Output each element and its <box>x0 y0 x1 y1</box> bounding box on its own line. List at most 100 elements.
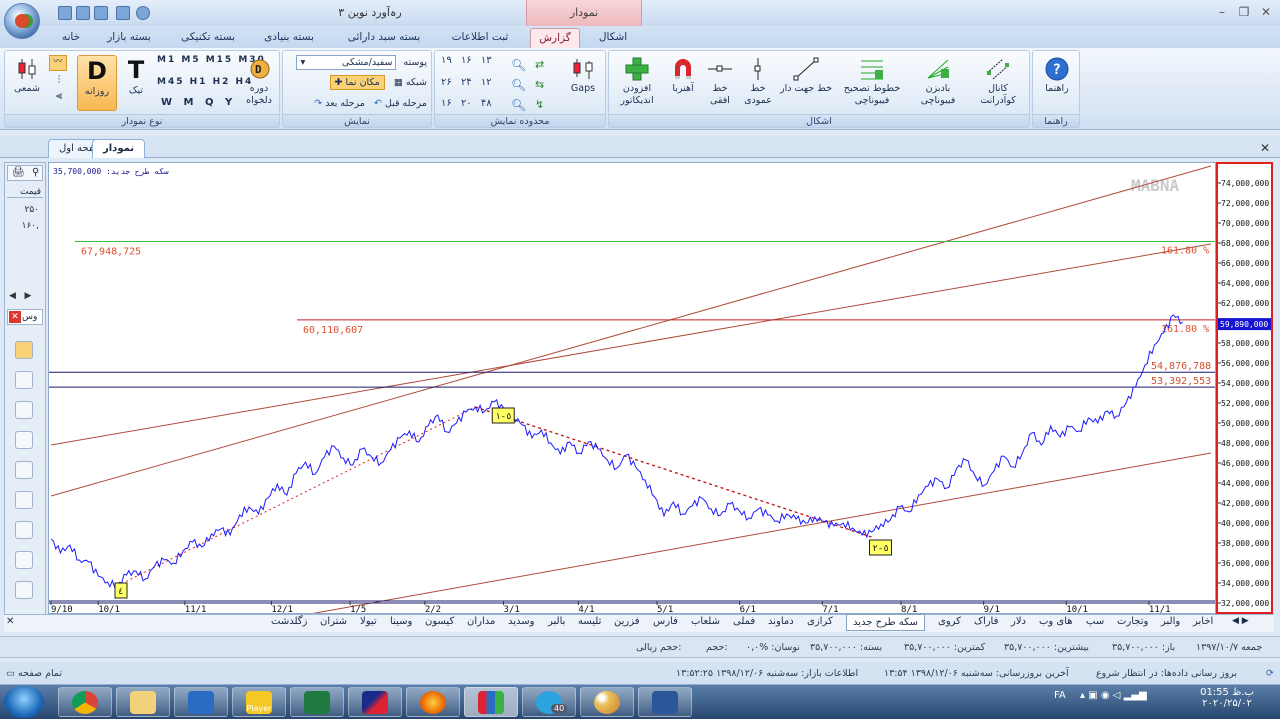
taskbar-excel[interactable] <box>290 687 344 717</box>
range-12[interactable]: ۱۲ <box>481 77 492 88</box>
sheet-close-icon[interactable]: ✕ <box>6 616 14 627</box>
scroll-left-icon[interactable]: ⇄ <box>535 55 544 75</box>
tool-flower-icon[interactable] <box>15 461 33 479</box>
help-button[interactable]: ? راهنما <box>1037 57 1077 95</box>
refresh-icon[interactable]: ⟳ <box>1266 668 1274 679</box>
tf-month[interactable]: M <box>184 97 194 108</box>
tool-home-icon[interactable] <box>15 341 33 359</box>
zoom-in-icon[interactable]: 🔍︎ <box>511 55 526 75</box>
sheet-tab-6[interactable]: فاراک <box>974 616 998 627</box>
range-20[interactable]: ۲۰ <box>461 98 472 109</box>
sheet-tab-3[interactable]: سپ <box>1086 616 1104 627</box>
fib-fan-button[interactable]: بادبزن فیبوناچی <box>911 57 965 107</box>
sheet-tab-0[interactable]: اخابر <box>1193 616 1213 627</box>
trend-line-button[interactable]: خط جهت دار <box>777 57 835 95</box>
fullscreen-button[interactable]: ▭ تمام صفحه <box>6 668 62 679</box>
price-axis[interactable]: 74,000,000 72,000,000 70,000,000 68,000,000… <box>1216 162 1273 614</box>
tick-button[interactable]: T تیک <box>121 55 151 97</box>
minimize-icon[interactable]: – <box>1212 3 1232 21</box>
sheet-tab-17[interactable]: وسدید <box>508 616 535 627</box>
taskbar-chrome[interactable] <box>58 687 112 717</box>
taskbar-office[interactable] <box>464 687 518 717</box>
taskbar-paint[interactable] <box>580 687 634 717</box>
range-24[interactable]: ۲۴ <box>461 77 472 88</box>
fit-icon[interactable]: ↯ <box>535 95 544 115</box>
chart-style-buttons[interactable]: 〰 ⫶ ⫷ <box>49 55 69 102</box>
print-preview-icon[interactable] <box>94 6 108 20</box>
tray-up-arrow-icon[interactable]: ▴ <box>1080 690 1085 701</box>
range-row-2[interactable]: ۲۶ ۲۴ ۱۲ <box>441 77 492 88</box>
scroll-right-arrow-icon[interactable]: ▶ <box>25 291 32 301</box>
tool-connect-icon[interactable] <box>15 491 33 509</box>
sheet-tab-22[interactable]: شتران <box>320 616 347 627</box>
doc-tab-chart[interactable]: نمودار <box>92 139 146 158</box>
custom-period-button[interactable]: D دوره دلخواه <box>241 57 277 107</box>
grid-button[interactable]: شبکه <box>406 77 427 88</box>
quadrant-channel-button[interactable]: کانال کوآدرانت <box>969 57 1027 107</box>
sheet-tab-13[interactable]: فارس <box>653 616 678 627</box>
close-icon[interactable]: ✕ <box>1256 3 1276 21</box>
horizontal-line-button[interactable]: خط افقی <box>703 57 737 107</box>
gaps-button[interactable]: Gaps <box>565 57 601 95</box>
chart-area[interactable]: سکه طرح جدید: 35,700,000 MABNA 67,948,72… <box>48 162 1216 614</box>
scroll-right-icon[interactable]: ⇆ <box>535 75 544 95</box>
language-indicator[interactable]: FA <box>1054 690 1066 701</box>
taskbar-telegram[interactable]: 40 <box>522 687 576 717</box>
sheet-tab-14[interactable]: فزرین <box>614 616 640 627</box>
doc-close-icon[interactable]: ✕ <box>1256 139 1274 157</box>
tab-shapes[interactable]: اشکال <box>590 28 636 48</box>
vertical-line-button[interactable]: خط عمودی <box>741 57 775 107</box>
scroll-left-arrow-icon[interactable]: ◀ <box>9 291 16 301</box>
magnet-button[interactable]: آهنربا <box>665 57 701 95</box>
range-16b[interactable]: ۱۶ <box>441 98 452 109</box>
tf-m5[interactable]: M5 <box>181 55 200 65</box>
tf-h2[interactable]: H2 <box>213 77 231 87</box>
ohlc-icon[interactable]: ⫶ <box>49 74 69 86</box>
redo-button[interactable]: مرحله بعد <box>325 98 365 109</box>
sheet-nav[interactable]: ◀ ▶ <box>1232 616 1249 626</box>
sheet-tab-20[interactable]: وسینا <box>390 616 412 627</box>
timeframe-row-2[interactable]: M45 H1 H2 H4 <box>157 77 253 87</box>
range-16[interactable]: ۱۶ <box>461 55 472 66</box>
sheet-prev-icon[interactable]: ◀ <box>1232 616 1239 626</box>
cursor-button[interactable]: مکان نما ✚ <box>329 75 385 90</box>
tf-m15[interactable]: M15 <box>206 55 233 65</box>
zoom-out-icon[interactable]: 🔍︎ <box>511 75 526 95</box>
qat-menu-icon[interactable] <box>136 6 150 20</box>
taskbar-chart-app[interactable] <box>348 687 402 717</box>
panel-scroll[interactable]: ◀ ▶ <box>9 291 31 301</box>
sheet-tab-19[interactable]: کیسون <box>425 616 454 627</box>
skin-select[interactable]: سفید/مشکی ▾ <box>296 55 397 70</box>
tab-report[interactable]: گزارش <box>530 28 580 48</box>
fib-retracement-button[interactable]: خطوط تصحیح فیبوناچی <box>839 57 905 107</box>
range-48[interactable]: ۴۸ <box>481 98 492 109</box>
line-chart-icon[interactable]: 〰 <box>49 55 67 71</box>
sheet-tab-5[interactable]: دلار <box>1011 616 1026 627</box>
sheet-tab-8[interactable]: سکه طرح جدید <box>846 614 926 631</box>
tab-data-entry[interactable]: ثبت اطلاعات <box>444 28 516 48</box>
tray-network-icon[interactable]: ▣ <box>1088 690 1097 701</box>
tray-antivirus-icon[interactable]: ◉ <box>1101 690 1110 701</box>
panel-search-input[interactable]: ✕ وس <box>7 309 43 325</box>
taskbar-explorer[interactable] <box>116 687 170 717</box>
tab-portfolio[interactable]: بسته سبد دارائی <box>334 28 434 48</box>
tool-note-icon[interactable] <box>15 431 33 449</box>
candle-button[interactable]: شمعی <box>9 57 45 95</box>
tool-formula-icon[interactable] <box>15 521 33 539</box>
sheet-tab-9[interactable]: کرازی <box>807 616 833 627</box>
tf-quarter[interactable]: Q <box>205 97 214 108</box>
zoom-reset-icon[interactable]: 🔍︎ <box>511 95 526 115</box>
clock[interactable]: 01:55 ب.ظ ۲۰۲۰/۲۵/۰۲ <box>1196 687 1258 709</box>
calc-icon[interactable] <box>116 6 130 20</box>
sheet-next-icon[interactable]: ▶ <box>1242 616 1249 626</box>
restore-icon[interactable]: ❐ <box>1234 3 1254 21</box>
print-icon[interactable] <box>76 6 90 20</box>
add-indicator-button[interactable]: افزودن اندیکاتور <box>613 57 661 107</box>
bar-chart-icon[interactable]: ⫷ <box>49 90 69 102</box>
sheet-tab-23[interactable]: زگلدشت <box>271 616 307 627</box>
price-chart[interactable]: سکه طرح جدید: 35,700,000 MABNA 67,948,72… <box>49 163 1215 613</box>
tab-home[interactable]: خانه <box>54 28 88 48</box>
sheet-tab-1[interactable]: والبر <box>1161 616 1180 627</box>
tf-m1[interactable]: M1 <box>157 55 176 65</box>
tab-fundamental[interactable]: بسته بنیادی <box>256 28 322 48</box>
